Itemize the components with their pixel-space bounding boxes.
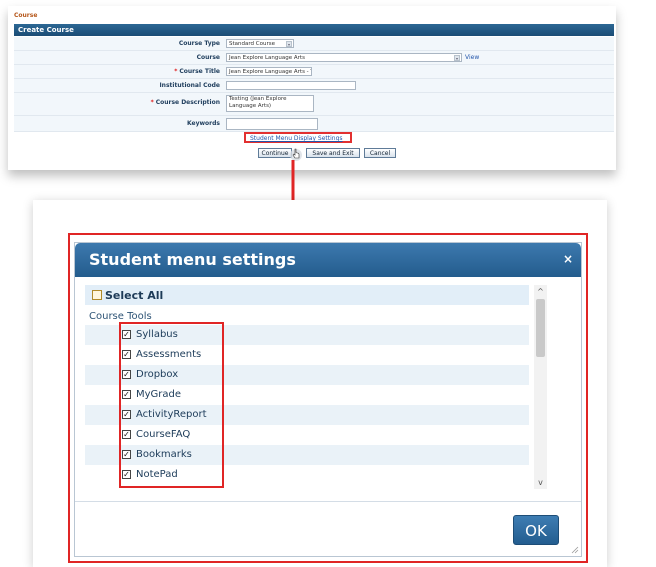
- course-type-label: Course Type: [178, 40, 220, 47]
- breadcrumb[interactable]: Course: [14, 12, 37, 19]
- create-course-screenshot: Course Create Course Course Type Standar…: [8, 6, 616, 170]
- ok-button[interactable]: OK: [513, 515, 559, 545]
- course-description-textarea[interactable]: Testing (Jean Explore Language Arts): [226, 95, 314, 112]
- course-title-input[interactable]: Jean Explore Language Arts - Tes: [226, 67, 312, 76]
- view-course-link[interactable]: View: [465, 54, 479, 61]
- scroll-up-icon[interactable]: ^: [534, 285, 547, 298]
- course-description-label: * Course Description: [151, 99, 220, 106]
- resize-grip-icon[interactable]: [571, 546, 579, 554]
- keywords-input[interactable]: [226, 118, 318, 130]
- close-icon[interactable]: ×: [563, 252, 573, 266]
- course-select[interactable]: Jean Explore Language Arts: [226, 53, 462, 62]
- institutional-code-label: Institutional Code: [159, 82, 220, 89]
- course-label: Course: [196, 54, 220, 61]
- select-all-label: Select All: [105, 289, 164, 302]
- student-menu-settings-dialog: Student menu settings × Select All Cours…: [74, 242, 582, 557]
- required-marker: *: [174, 68, 178, 75]
- list-scrollbar[interactable]: ^ v: [534, 285, 547, 489]
- chevron-down-icon: [286, 41, 292, 47]
- course-value: Jean Explore Language Arts: [229, 55, 305, 61]
- course-description-label-text: Course Description: [155, 99, 220, 106]
- continue-button[interactable]: Continue: [258, 148, 292, 158]
- hand-cursor-icon: [290, 148, 302, 161]
- course-description-row: * Course Description Testing (Jean Explor…: [14, 93, 614, 116]
- scroll-down-icon[interactable]: v: [534, 476, 547, 489]
- course-title-label-text: Course Title: [179, 68, 220, 75]
- required-marker: *: [150, 99, 154, 106]
- menu-items-list: Select All Course Tools ✓ Syllabus ✓ Ass…: [85, 285, 529, 489]
- institutional-code-input[interactable]: [226, 81, 356, 90]
- dialog-title: Student menu settings: [89, 250, 296, 269]
- student-menu-link-highlight: Student Menu Display Settings: [244, 132, 352, 143]
- student-menu-display-settings-link[interactable]: Student Menu Display Settings: [250, 135, 343, 142]
- chevron-down-icon: [454, 55, 460, 61]
- course-type-select[interactable]: Standard Course: [226, 39, 294, 48]
- section-title: Create Course: [18, 26, 74, 34]
- select-all-row[interactable]: Select All: [85, 285, 529, 305]
- scroll-thumb[interactable]: [536, 299, 545, 357]
- dialog-title-bar: Student menu settings ×: [75, 243, 581, 277]
- select-all-checkbox[interactable]: [92, 290, 102, 300]
- course-title-row: * Course Title Jean Explore Language Arts…: [14, 65, 614, 79]
- footer-divider: [75, 501, 581, 502]
- cancel-button[interactable]: Cancel: [364, 148, 396, 158]
- course-title-label: * Course Title: [174, 68, 220, 75]
- course-type-row: Course Type Standard Course: [14, 37, 614, 51]
- section-header: Create Course: [14, 24, 614, 36]
- keywords-label: Keywords: [186, 120, 220, 127]
- student-menu-settings-screenshot: Student menu settings × Select All Cours…: [33, 200, 607, 567]
- institutional-code-row: Institutional Code: [14, 79, 614, 93]
- save-and-exit-button[interactable]: Save and Exit: [306, 148, 360, 158]
- course-row: Course Jean Explore Language Arts View: [14, 51, 614, 65]
- keywords-row: Keywords: [14, 116, 614, 132]
- checked-items-highlight: [119, 322, 224, 488]
- course-tools-label: Course Tools: [89, 311, 152, 322]
- course-type-value: Standard Course: [229, 41, 275, 47]
